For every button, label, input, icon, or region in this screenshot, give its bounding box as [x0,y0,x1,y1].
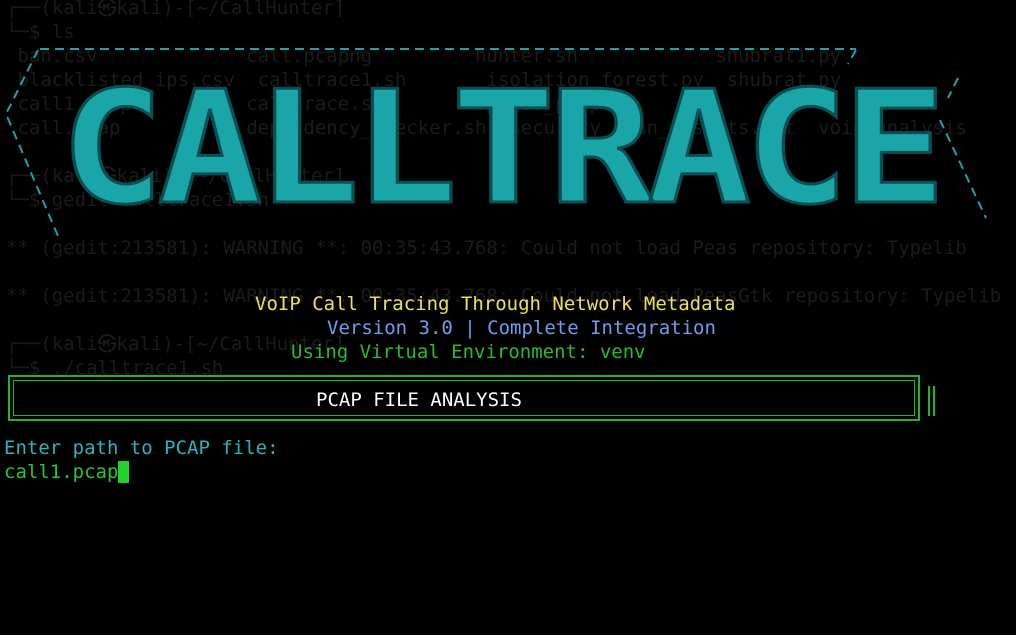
calltrace-banner: CALLTRACE [4,48,987,241]
pcap-path-prompt: Enter path to PCAP file: [4,437,279,459]
section-box-rail [928,386,935,416]
pcap-path-value[interactable]: call1.pcap [4,460,118,484]
section-title: PCAP FILE ANALYSIS [316,389,522,411]
venv-text: Using Virtual Environment: venv [291,341,646,363]
banner-logo-text: CALLTRACE [60,57,940,239]
ghost-prompt-1: ┌──(kali㉿kali)-[~/CallHunter] [6,0,346,19]
terminal-cursor [118,461,130,483]
pcap-path-input[interactable]: call1.pcap [4,460,130,484]
venv-line: Using Virtual Environment: venv [0,316,1016,364]
